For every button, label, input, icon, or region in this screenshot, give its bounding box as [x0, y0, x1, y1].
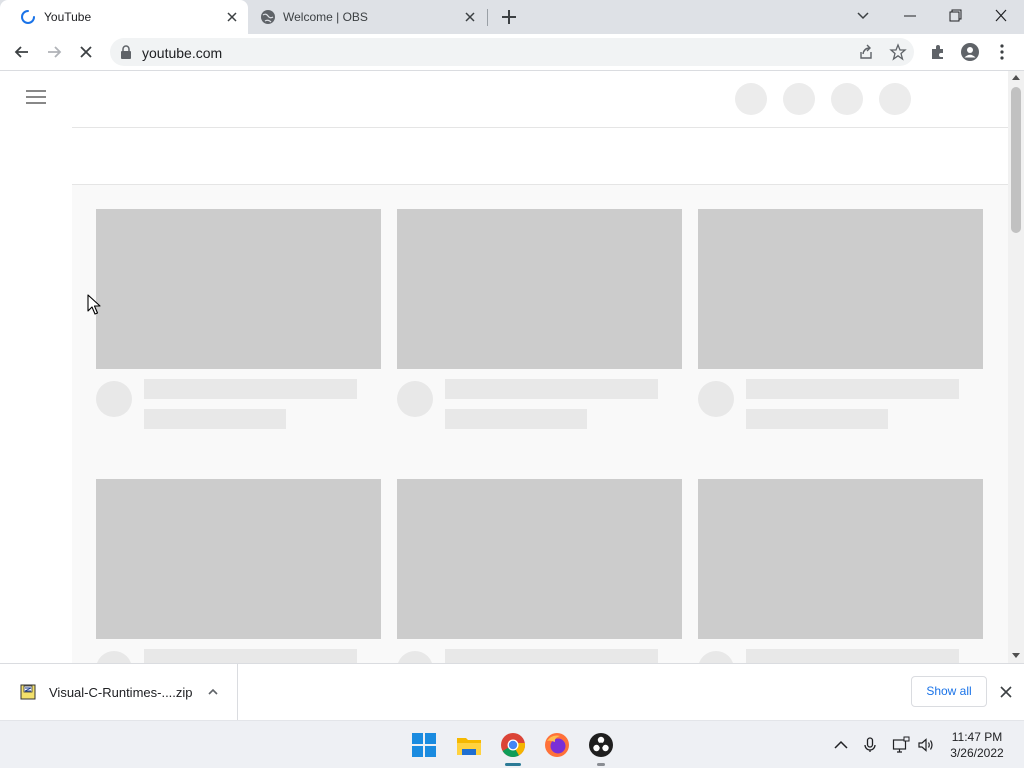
clock-time: 11:47 PM	[951, 730, 1003, 744]
thumbnail-placeholder	[397, 479, 682, 639]
thumbnail-placeholder	[397, 209, 682, 369]
channel-avatar-placeholder	[397, 651, 433, 663]
show-all-button[interactable]: Show all	[911, 676, 987, 707]
youtube-page	[0, 71, 1008, 663]
clock-date: 3/26/2022	[950, 746, 1004, 760]
hamburger-menu-icon[interactable]	[26, 89, 46, 105]
forward-arrow-icon[interactable]	[44, 42, 64, 62]
meta-placeholder	[746, 409, 888, 429]
channel-avatar-placeholder	[96, 381, 132, 417]
share-icon[interactable]	[857, 43, 875, 61]
download-file-name[interactable]: Visual-C-Runtimes-....zip	[49, 685, 193, 700]
title-placeholder	[746, 649, 959, 663]
chips-bar-placeholder	[72, 127, 1008, 185]
thumbnail-placeholder	[96, 209, 381, 369]
chrome-icon[interactable]	[500, 732, 526, 758]
obs-icon[interactable]	[588, 732, 614, 758]
loading-spinner-icon	[21, 10, 35, 24]
mouse-cursor-icon	[87, 294, 101, 315]
more-menu-icon[interactable]	[992, 42, 1012, 62]
close-window-icon[interactable]	[989, 5, 1013, 27]
download-item[interactable]: Visual-C-Runtimes-....zip	[0, 664, 238, 721]
channel-avatar-placeholder	[698, 381, 734, 417]
volume-icon[interactable]	[917, 736, 935, 754]
thumbnail-placeholder	[698, 209, 983, 369]
channel-avatar-placeholder	[96, 651, 132, 663]
header-placeholder	[831, 83, 863, 115]
chevron-up-icon[interactable]	[206, 685, 220, 699]
thumbnail-placeholder	[698, 479, 983, 639]
scroll-down-arrow-icon[interactable]	[1012, 653, 1020, 658]
file-explorer-icon[interactable]	[456, 732, 482, 758]
header-placeholder	[735, 83, 767, 115]
zip-file-icon	[20, 684, 36, 700]
address-bar[interactable]: youtube.com	[110, 38, 914, 66]
thumbnail-placeholder	[96, 479, 381, 639]
close-download-bar-icon[interactable]	[999, 685, 1013, 699]
title-placeholder	[144, 649, 357, 663]
profile-avatar-icon[interactable]	[960, 42, 980, 62]
tab-title: YouTube	[44, 10, 92, 24]
restore-icon[interactable]	[943, 5, 967, 27]
title-placeholder	[445, 649, 658, 663]
header-placeholder	[783, 83, 815, 115]
show-hidden-icons-chevron-icon[interactable]	[832, 736, 850, 754]
tab-youtube[interactable]: YouTube	[0, 0, 248, 34]
close-tab-icon[interactable]	[224, 9, 240, 25]
system-clock[interactable]: 11:47 PM 3/26/2022	[946, 729, 1008, 761]
active-app-indicator	[505, 763, 521, 766]
download-bar: Visual-C-Runtimes-....zip Show all	[0, 663, 1024, 721]
header-placeholder	[879, 83, 911, 115]
scroll-thumb[interactable]	[1011, 87, 1021, 233]
scroll-up-arrow-icon[interactable]	[1012, 75, 1020, 80]
network-icon[interactable]	[892, 736, 910, 754]
windows-start-icon[interactable]	[411, 732, 437, 758]
title-placeholder	[746, 379, 959, 399]
new-tab-icon[interactable]	[499, 7, 519, 27]
stop-loading-icon[interactable]	[76, 42, 96, 62]
minimize-icon[interactable]	[898, 5, 922, 27]
close-tab-icon[interactable]	[462, 9, 478, 25]
channel-avatar-placeholder	[397, 381, 433, 417]
title-placeholder	[144, 379, 357, 399]
tab-title: Welcome | OBS	[283, 10, 368, 24]
browser-toolbar: youtube.com	[0, 34, 1024, 71]
bookmark-star-icon[interactable]	[889, 43, 907, 61]
tab-obs-welcome[interactable]: Welcome | OBS	[248, 0, 488, 34]
running-app-indicator	[597, 763, 605, 766]
channel-avatar-placeholder	[698, 651, 734, 663]
url-text[interactable]: youtube.com	[142, 45, 222, 61]
tab-separator	[487, 9, 488, 26]
title-placeholder	[445, 379, 658, 399]
firefox-icon[interactable]	[544, 732, 570, 758]
extensions-icon[interactable]	[928, 42, 948, 62]
globe-icon	[261, 10, 275, 24]
tab-strip: YouTube Welcome | OBS	[0, 0, 1024, 34]
meta-placeholder	[445, 409, 587, 429]
tab-search-chevron-icon[interactable]	[851, 5, 875, 27]
page-scrollbar[interactable]	[1008, 71, 1024, 663]
video-grid	[72, 185, 1008, 663]
meta-placeholder	[144, 409, 286, 429]
windows-taskbar: 11:47 PM 3/26/2022	[0, 720, 1024, 768]
microphone-icon[interactable]	[861, 736, 879, 754]
lock-icon[interactable]	[120, 45, 132, 59]
back-arrow-icon[interactable]	[12, 42, 32, 62]
